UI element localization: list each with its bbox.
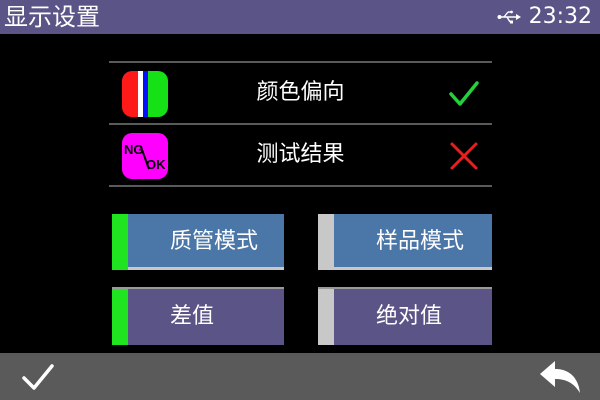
mode-toggle-row-diff-absolute: 差值 绝对值 xyxy=(112,287,492,345)
selected-indicator xyxy=(112,214,128,270)
clock: 23:32 xyxy=(528,4,592,29)
button-face: 绝对值 xyxy=(334,289,492,345)
status-area: 23:32 xyxy=(497,2,592,32)
option-label: 颜色偏向 xyxy=(256,80,345,105)
option-label: 测试结果 xyxy=(256,142,345,167)
button-label: 质管模式 xyxy=(170,229,259,254)
bottom-toolbar xyxy=(0,353,600,400)
cross-icon xyxy=(450,142,478,170)
check-icon[interactable] xyxy=(20,361,56,393)
unselected-indicator xyxy=(318,214,334,270)
absolute-value-button[interactable]: 绝对值 xyxy=(318,287,492,345)
option-color-bias[interactable]: 颜色偏向 xyxy=(109,63,492,123)
selected-indicator xyxy=(112,289,128,345)
button-face: 样品模式 xyxy=(334,214,492,270)
button-face: 差值 xyxy=(128,289,284,345)
button-face: 质管模式 xyxy=(128,214,284,270)
display-option-list: 颜色偏向 NG OK 测试结果 xyxy=(109,61,492,187)
sample-mode-button[interactable]: 样品模式 xyxy=(318,214,492,270)
qc-mode-button[interactable]: 质管模式 xyxy=(112,214,284,270)
check-icon xyxy=(449,81,479,106)
button-label: 差值 xyxy=(170,304,215,329)
unselected-indicator xyxy=(318,289,334,345)
usb-icon xyxy=(497,10,521,24)
mode-toggle-row-qc-sample: 质管模式 样品模式 xyxy=(112,214,492,270)
title-bar: 显示设置 23:32 xyxy=(0,0,600,34)
page-title: 显示设置 xyxy=(4,3,100,31)
divider xyxy=(109,185,492,187)
button-label: 绝对值 xyxy=(376,304,443,329)
button-label: 样品模式 xyxy=(376,229,465,254)
back-arrow-icon[interactable] xyxy=(538,359,582,395)
option-test-result[interactable]: NG OK 测试结果 xyxy=(109,125,492,185)
difference-button[interactable]: 差值 xyxy=(112,287,284,345)
